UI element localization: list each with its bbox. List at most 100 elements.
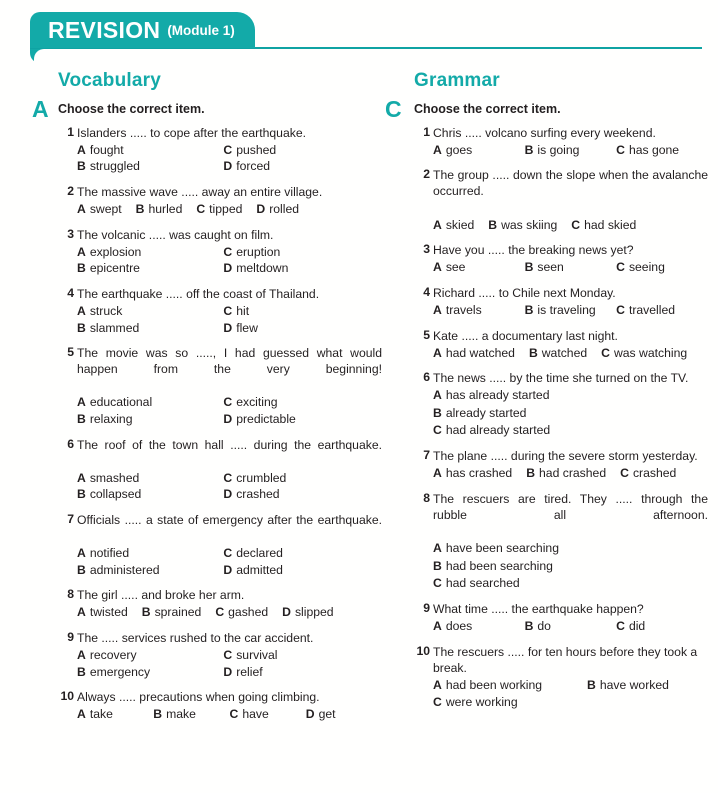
option-b[interactable]: Bwas skiing — [488, 217, 557, 234]
option-b[interactable]: Bhad crashed — [526, 465, 606, 482]
option-c[interactable]: Cwas watching — [601, 345, 687, 362]
option-a[interactable]: Atravels — [433, 302, 525, 319]
option-c[interactable]: Chave — [230, 706, 306, 723]
option-b[interactable]: Bhad been searching — [433, 559, 553, 573]
option-text: struggled — [89, 159, 140, 174]
option-b[interactable]: Bcollapsed — [77, 486, 223, 503]
option-b[interactable]: Bwatched — [529, 345, 587, 362]
vocabulary-instruction: Choose the correct item. — [58, 102, 205, 116]
option-d[interactable]: Dforced — [223, 158, 382, 175]
question-stem: The group ..... down the slope when the … — [433, 168, 708, 199]
option-c[interactable]: Chad skied — [571, 217, 636, 234]
option-d[interactable]: Dcrashed — [223, 486, 382, 503]
option-a[interactable]: Ahad been working — [433, 677, 587, 694]
option-c[interactable]: Ccrumbled — [223, 470, 382, 487]
option-a[interactable]: Aswept — [77, 201, 122, 218]
option-c[interactable]: Csurvival — [223, 647, 382, 664]
option-a[interactable]: Ahad watched — [433, 345, 515, 362]
option-a[interactable]: Afought — [77, 142, 223, 159]
option-a[interactable]: Ahas crashed — [433, 465, 512, 482]
option-group: Aexplosion Ceruption Bepicentre Dmeltdown — [77, 244, 382, 277]
option-d[interactable]: Drelief — [223, 664, 382, 681]
option-c[interactable]: Cgashed — [215, 604, 268, 621]
option-text: relaxing — [89, 412, 133, 427]
option-c[interactable]: Cexciting — [223, 394, 382, 411]
option-a[interactable]: Astruck — [77, 303, 223, 320]
option-c[interactable]: Cwere working — [433, 694, 708, 711]
option-d[interactable]: Dget — [306, 706, 382, 723]
option-b[interactable]: Brelaxing — [77, 411, 223, 428]
option-b[interactable]: Bslammed — [77, 320, 223, 337]
option-b[interactable]: Bhurled — [136, 201, 183, 218]
option-b[interactable]: Bis traveling — [525, 302, 617, 319]
question-item: 6 The roof of the town hall ..... during … — [58, 437, 382, 503]
option-label: D — [223, 562, 233, 577]
question-number: 6 — [423, 370, 430, 385]
option-b[interactable]: Bseen — [525, 259, 617, 276]
option-c[interactable]: Ctipped — [196, 201, 242, 218]
option-c[interactable]: Ceruption — [223, 244, 382, 261]
option-b[interactable]: Bsprained — [142, 604, 202, 621]
option-b[interactable]: Bepicentre — [77, 260, 223, 277]
option-b[interactable]: Bmake — [153, 706, 229, 723]
option-a[interactable]: Aeducational — [77, 394, 223, 411]
option-label: A — [77, 605, 86, 620]
option-a[interactable]: Adoes — [433, 618, 525, 635]
option-c[interactable]: Chas gone — [616, 142, 708, 159]
question-number: 1 — [423, 124, 430, 139]
option-b[interactable]: Balready started — [433, 406, 526, 420]
option-label: C — [223, 244, 233, 259]
option-label: B — [433, 558, 442, 573]
option-text: administered — [89, 562, 160, 577]
option-c[interactable]: Chad already started — [433, 423, 550, 437]
option-b[interactable]: Badministered — [77, 562, 223, 579]
option-d[interactable]: Dslipped — [282, 604, 333, 621]
option-label: A — [77, 142, 86, 157]
option-text: forced — [236, 159, 271, 174]
option-text: fought — [89, 142, 124, 157]
option-c[interactable]: Chit — [223, 303, 382, 320]
option-b[interactable]: Bstruggled — [77, 158, 223, 175]
option-a[interactable]: Agoes — [433, 142, 525, 159]
option-b[interactable]: Bis going — [525, 142, 617, 159]
option-b[interactable]: Bhave worked — [587, 677, 708, 694]
option-c[interactable]: Cseeing — [616, 259, 708, 276]
question-number: 9 — [67, 630, 74, 645]
option-group: Atwisted Bsprained Cgashed Dslipped — [77, 604, 382, 621]
option-d[interactable]: Dflew — [223, 320, 382, 337]
option-b[interactable]: Bemergency — [77, 664, 223, 681]
option-a[interactable]: Atwisted — [77, 604, 128, 621]
module-label: (Module 1) — [167, 22, 235, 38]
question-stem: Always ..... precautions when going clim… — [77, 690, 320, 705]
option-group: Ahas crashed Bhad crashed Ccrashed — [433, 465, 708, 482]
question-stem: Richard ..... to Chile next Monday. — [433, 285, 616, 300]
option-c[interactable]: Chad searched — [433, 576, 520, 590]
option-c[interactable]: Cdid — [616, 618, 708, 635]
option-c[interactable]: Cdeclared — [223, 545, 382, 562]
option-d[interactable]: Drolled — [256, 201, 299, 218]
option-c[interactable]: Ccrashed — [620, 465, 676, 482]
option-a[interactable]: Askied — [433, 217, 474, 234]
option-a[interactable]: Asee — [433, 259, 525, 276]
question-stem: Chris ..... volcano surfing every weeken… — [433, 125, 656, 140]
option-b[interactable]: Bdo — [525, 618, 617, 635]
option-c[interactable]: Ctravelled — [616, 302, 708, 319]
option-a[interactable]: Anotified — [77, 545, 223, 562]
option-a[interactable]: Atake — [77, 706, 153, 723]
option-d[interactable]: Dmeltdown — [223, 260, 382, 277]
question-item: 4 The earthquake ..... off the coast of T… — [58, 286, 382, 336]
option-c[interactable]: Cpushed — [223, 142, 382, 159]
option-d[interactable]: Dpredictable — [223, 411, 382, 428]
option-a[interactable]: Ahave been searching — [433, 541, 559, 555]
option-d[interactable]: Dadmitted — [223, 562, 382, 579]
question-number: 2 — [67, 183, 74, 198]
option-a[interactable]: Aexplosion — [77, 244, 223, 261]
option-text: smashed — [89, 470, 140, 485]
option-label: B — [524, 142, 534, 157]
option-a[interactable]: Asmashed — [77, 470, 223, 487]
option-a[interactable]: Ahas already started — [433, 388, 549, 402]
question-item: 4 Richard ..... to Chile next Monday. Atra… — [414, 285, 708, 319]
option-text: collapsed — [89, 487, 142, 502]
header-tab-foot — [30, 49, 48, 63]
option-a[interactable]: Arecovery — [77, 647, 223, 664]
